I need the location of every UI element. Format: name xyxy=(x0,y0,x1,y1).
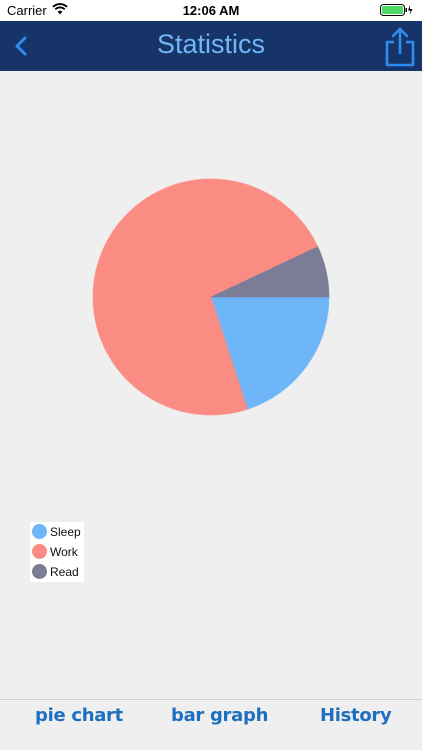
tab-bar-graph[interactable]: bar graph xyxy=(171,705,268,726)
legend-label-sleep: Sleep xyxy=(50,525,81,539)
tab-pie-chart[interactable]: pie chart xyxy=(35,705,123,726)
tab-bar: pie chart bar graph History xyxy=(0,699,422,750)
status-bar: Carrier 12:06 AM xyxy=(0,0,422,21)
chart-legend: Sleep Work Read xyxy=(30,522,84,582)
legend-swatch-sleep xyxy=(32,524,47,539)
statistics-content: Sleep Work Read xyxy=(0,71,422,699)
legend-label-work: Work xyxy=(50,545,78,559)
legend-swatch-work xyxy=(32,544,47,559)
share-button[interactable] xyxy=(384,26,416,68)
legend-swatch-read xyxy=(32,564,47,579)
share-icon xyxy=(385,27,415,67)
page-title: Statistics xyxy=(156,29,266,59)
navigation-bar: Statistics xyxy=(0,21,422,71)
legend-item-work: Work xyxy=(32,542,84,562)
battery-icon xyxy=(380,4,414,19)
legend-item-read: Read xyxy=(32,562,84,582)
tab-history[interactable]: History xyxy=(320,705,392,726)
legend-item-sleep: Sleep xyxy=(32,522,84,542)
pie-chart xyxy=(92,178,330,416)
clock: 12:06 AM xyxy=(182,3,240,18)
legend-label-read: Read xyxy=(50,565,79,579)
